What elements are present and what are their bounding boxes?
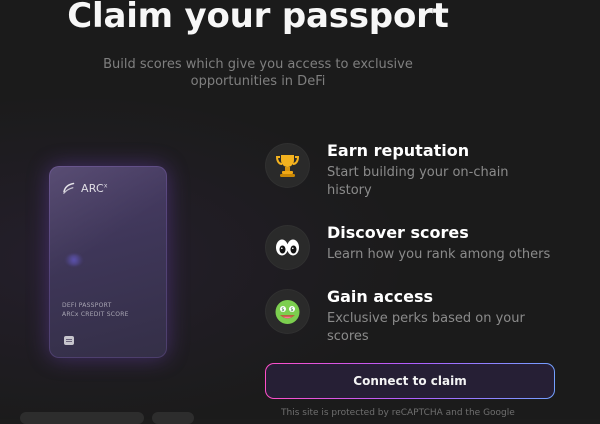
bottom-left-chip bbox=[20, 412, 144, 424]
svg-text:$: $ bbox=[290, 307, 293, 313]
card-chip-icon bbox=[64, 336, 74, 345]
trophy-icon bbox=[265, 143, 310, 188]
page-title: Claim your passport bbox=[67, 0, 449, 36]
card-brand: ARCx bbox=[81, 182, 108, 195]
connect-button-frame: Connect to claim bbox=[265, 363, 555, 399]
card-logo: ARCx bbox=[61, 180, 108, 196]
passport-card: ARCx DEFI PASSPORT ARCx CREDIT SCORE bbox=[49, 166, 167, 358]
card-line-1: DEFI PASSPORT bbox=[62, 302, 112, 309]
feature-title-earn-reputation: Earn reputation bbox=[327, 141, 470, 160]
feature-desc-gain-access: Exclusive perks based on your scores bbox=[327, 311, 525, 344]
eyes-icon bbox=[265, 225, 310, 270]
recaptcha-note: This site is protected by reCAPTCHA and … bbox=[281, 408, 515, 418]
bottom-left-chip-secondary bbox=[152, 412, 194, 424]
card-line-2: ARCx CREDIT SCORE bbox=[62, 311, 129, 318]
money-face-icon: $ $ bbox=[265, 289, 310, 334]
feature-desc-earn-reputation: Start building your on-chain history bbox=[327, 165, 509, 198]
feature-title-gain-access: Gain access bbox=[327, 287, 434, 306]
card-orb bbox=[65, 254, 83, 266]
connect-to-claim-button[interactable]: Connect to claim bbox=[266, 364, 554, 398]
claim-passport-page: Claim your passport Build scores which g… bbox=[0, 0, 600, 424]
card-brand-text: ARC bbox=[81, 181, 104, 195]
svg-text:$: $ bbox=[281, 307, 284, 313]
page-subtitle: Build scores which give you access to ex… bbox=[103, 57, 413, 89]
feature-title-discover-scores: Discover scores bbox=[327, 223, 469, 242]
card-brand-superscript: x bbox=[103, 181, 108, 189]
arc-logo-icon bbox=[61, 180, 77, 196]
feature-desc-discover-scores: Learn how you rank among others bbox=[327, 247, 551, 262]
